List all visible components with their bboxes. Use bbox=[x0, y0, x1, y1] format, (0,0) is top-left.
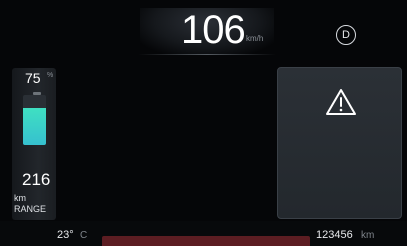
speed-unit: km/h bbox=[246, 34, 264, 43]
temperature-unit: C bbox=[80, 230, 88, 241]
warning-triangle-icon bbox=[326, 89, 356, 115]
odometer-unit: km bbox=[361, 230, 375, 241]
range-value: 216 bbox=[22, 170, 51, 189]
instrument-cluster: 106 km/h D 75 % 216 km RANGE 23° C 12345… bbox=[0, 0, 407, 246]
alert-strip bbox=[102, 236, 310, 246]
speed-value: 106 bbox=[181, 8, 246, 52]
battery-percent-unit: % bbox=[47, 72, 54, 79]
speed-divider bbox=[138, 54, 276, 55]
battery-icon bbox=[23, 95, 46, 145]
odometer-value: 123456 bbox=[316, 229, 353, 241]
gear-indicator: D bbox=[336, 25, 356, 45]
outside-temperature: 23° bbox=[57, 229, 74, 241]
battery-level-fill bbox=[23, 107, 46, 145]
battery-percent: 75 bbox=[25, 70, 41, 86]
range-unit: km bbox=[14, 193, 26, 203]
range-label: RANGE bbox=[14, 204, 47, 214]
